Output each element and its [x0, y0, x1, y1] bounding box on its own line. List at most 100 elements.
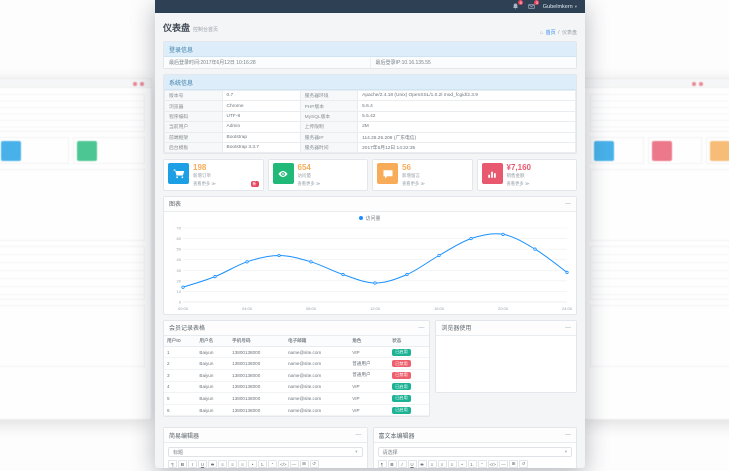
column-header: 状态	[389, 336, 429, 347]
view-more-link[interactable]: 查看更多 ≫	[193, 181, 216, 187]
collapse-icon[interactable]: —	[565, 432, 571, 438]
title-select[interactable]: 标题 ▾	[168, 447, 363, 457]
phone-cell: 13800138000	[229, 346, 285, 358]
desktop-stage: 5 3 Gubelmkern ▾ 仪表盘控制台首页 ⌂ 首页 / 仪表盘	[0, 0, 729, 471]
login-info-row: 最后登录时间:2017年6月12日 10:16:28 最后登录IP:10.16.…	[164, 57, 576, 68]
dashboard-window: 5 3 Gubelmkern ▾ 仪表盘控制台首页 ⌂ 首页 / 仪表盘	[155, 0, 585, 468]
editor-toolbar: ¶BIUS≡≡≡•1.”</>—⊞↺	[168, 460, 363, 468]
system-info-row: 后台模板Bootstrap 3.3.7服务器时间2017年6月12日 14:22…	[165, 142, 576, 152]
align-left-icon[interactable]: ≡	[218, 460, 227, 468]
undo-icon[interactable]: ↺	[519, 460, 528, 468]
template-select[interactable]: 请选择 ▾	[378, 447, 573, 457]
bold-icon[interactable]: B	[178, 460, 187, 468]
table-browser-row: 会员记录表格 — 用户ID用户名手机号码电子邮箱角色状态 1Baiyun1380…	[163, 320, 577, 423]
status-badge: 已禁用	[392, 360, 411, 367]
stat-card-body: ¥7,160 销售金额 查看更多 ≫	[507, 163, 573, 187]
undo-icon[interactable]: ↺	[310, 460, 319, 468]
status-badge: 已启用	[392, 383, 411, 390]
bell-icon[interactable]: 5	[511, 2, 520, 11]
system-info-label: 后台模板	[165, 142, 223, 152]
cart-icon	[168, 163, 189, 184]
background-window-right	[583, 78, 729, 420]
view-more-link[interactable]: 查看更多 ≫	[507, 181, 530, 187]
code-icon[interactable]: </>	[488, 460, 499, 468]
system-info-value: Admin	[222, 122, 300, 132]
records-panel: 会员记录表格 — 用户ID用户名手机号码电子邮箱角色状态 1Baiyun1380…	[163, 320, 430, 418]
phone-cell: 13800138000	[229, 358, 285, 370]
system-info-title: 系统信息	[164, 75, 576, 90]
system-info-value: 5.6.4	[358, 101, 576, 111]
align-right-icon[interactable]: ≡	[448, 460, 457, 468]
new-badge: 新	[251, 181, 259, 187]
stat-footer: 查看更多 ≫	[507, 181, 573, 187]
italic-icon[interactable]: I	[188, 460, 197, 468]
quote-icon[interactable]: ”	[478, 460, 487, 468]
view-more-link[interactable]: 查看更多 ≫	[298, 181, 321, 187]
collapse-icon[interactable]: —	[356, 432, 362, 438]
user-id-cell: 5	[164, 393, 196, 405]
paragraph-icon[interactable]: ¶	[168, 460, 177, 468]
unordered-list-icon[interactable]: •	[248, 460, 257, 468]
skeleton-box	[590, 305, 729, 367]
username: Gubelmkern	[543, 4, 573, 10]
svg-text:10: 10	[177, 289, 182, 294]
editors-row: 简易编辑器 — 标题 ▾ ¶BIUS≡≡≡•1.”</>—⊞↺ 0/10000	[163, 427, 577, 468]
user-id-cell: 1	[164, 346, 196, 358]
underline-icon[interactable]: U	[408, 460, 417, 468]
align-center-icon[interactable]: ≡	[228, 460, 237, 468]
table-icon[interactable]: ⊞	[509, 460, 518, 468]
strikethrough-icon[interactable]: S	[208, 460, 217, 468]
paragraph-icon[interactable]: ¶	[378, 460, 387, 468]
browser-usage-panel: 浏览器使用 —	[435, 320, 577, 393]
chart-panel-header: 图表 —	[164, 197, 576, 212]
status-badge: 已启用	[392, 349, 411, 356]
bold-icon[interactable]: B	[388, 460, 397, 468]
table-icon[interactable]: ⊞	[300, 460, 309, 468]
email-cell: name@site.com	[285, 404, 349, 416]
email-cell: name@site.com	[285, 381, 349, 393]
system-info-value: Bootstrap	[222, 132, 300, 142]
stat-card-messages: 56 新增留言 查看更多 ≫	[372, 159, 473, 191]
status-badge: 已禁用	[392, 372, 411, 379]
view-more-link[interactable]: 查看更多 ≫	[402, 181, 425, 187]
collapse-icon[interactable]: —	[565, 201, 571, 207]
status-cell: 已启用	[389, 404, 429, 416]
hr-icon[interactable]: —	[499, 460, 508, 468]
notification-dot	[699, 82, 703, 86]
collapse-icon[interactable]: —	[418, 325, 424, 331]
chart-panel: 图表 — 访问量 01020304050607000:0004:0008:001…	[163, 196, 577, 315]
user-menu[interactable]: Gubelmkern ▾	[543, 4, 577, 10]
column-header: 角色	[349, 336, 389, 347]
background-window-left	[0, 78, 152, 420]
align-left-icon[interactable]: ≡	[428, 460, 437, 468]
browser-usage-body	[436, 336, 576, 392]
mail-icon[interactable]: 3	[527, 2, 536, 11]
skeleton-stat-cards	[0, 137, 145, 164]
background-window-header	[584, 79, 729, 88]
svg-text:12:00: 12:00	[370, 306, 381, 311]
breadcrumb-home-link[interactable]: 首页	[546, 29, 556, 36]
notification-dot	[692, 82, 696, 86]
ordered-list-icon[interactable]: 1.	[258, 460, 267, 468]
underline-icon[interactable]: U	[198, 460, 207, 468]
ordered-list-icon[interactable]: 1.	[468, 460, 477, 468]
code-icon[interactable]: </>	[278, 460, 289, 468]
skeleton-chart	[590, 169, 729, 241]
italic-icon[interactable]: I	[398, 460, 407, 468]
collapse-icon[interactable]: —	[565, 325, 571, 331]
stat-card-body: 198 新增订单 查看更多 ≫ 新	[193, 163, 259, 187]
align-center-icon[interactable]: ≡	[438, 460, 447, 468]
align-right-icon[interactable]: ≡	[238, 460, 247, 468]
background-window-header	[0, 79, 151, 88]
skeleton-stat-cards	[590, 137, 729, 164]
quote-icon[interactable]: ”	[268, 460, 277, 468]
stat-footer: 查看更多 ≫	[402, 181, 468, 187]
hr-icon[interactable]: —	[290, 460, 299, 468]
last-login-time: 最后登录时间:2017年6月12日 10:16:28	[164, 57, 370, 68]
svg-text:70: 70	[177, 225, 182, 230]
strikethrough-icon[interactable]: S	[418, 460, 427, 468]
skeleton-editors	[0, 305, 145, 367]
role-cell: 普通用户	[349, 358, 389, 370]
svg-text:60: 60	[177, 236, 182, 241]
unordered-list-icon[interactable]: •	[458, 460, 467, 468]
